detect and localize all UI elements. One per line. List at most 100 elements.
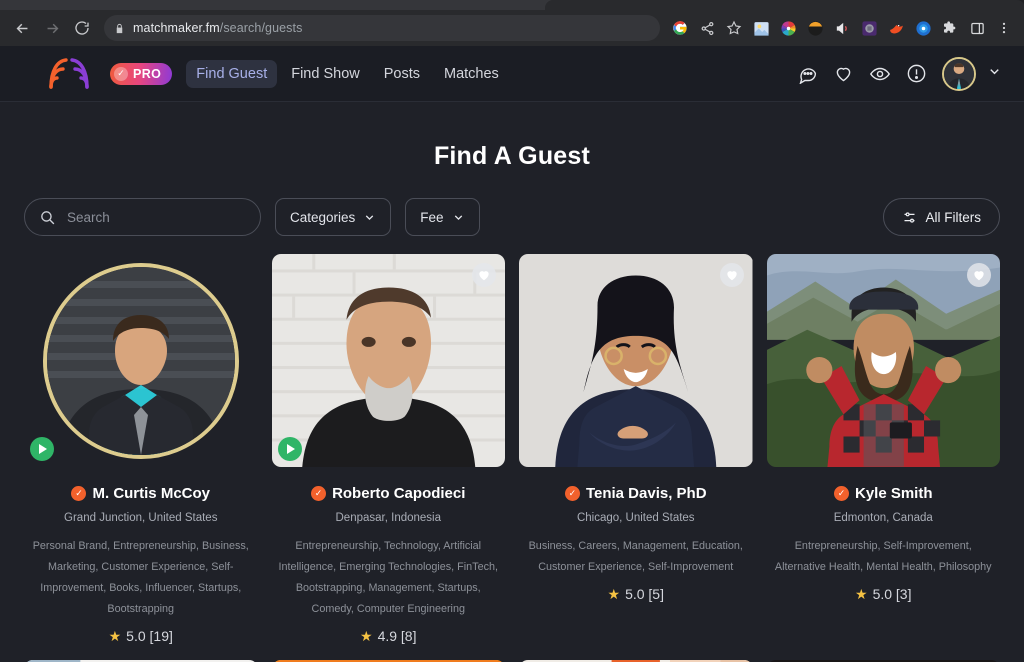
chevron-down-icon[interactable]: [987, 64, 1002, 84]
site-header: ✓ PRO Find Guest Find Show Posts Matches: [0, 46, 1024, 102]
guest-rating: ★ 5.0 [3]: [767, 586, 1001, 602]
extension-circle-icon[interactable]: [911, 16, 935, 40]
avatar-photo: [42, 262, 239, 459]
sliders-icon: [904, 211, 915, 223]
toolbar-icons: [668, 16, 1016, 40]
categories-dropdown[interactable]: Categories: [275, 198, 392, 236]
guest-tags: Entrepreneurship, Self-Improvement, Alte…: [774, 540, 992, 574]
guest-name: Kyle Smith: [854, 485, 933, 502]
guest-photo[interactable]: [519, 254, 753, 467]
eye-icon[interactable]: [869, 63, 891, 85]
guest-photo[interactable]: [271, 254, 505, 467]
photo-image: [766, 254, 1000, 467]
play-button[interactable]: [277, 437, 302, 461]
chevron-down-icon: [454, 214, 462, 220]
guest-card[interactable]: ✓ Kyle Smith Edmonton, Canada Entreprene…: [766, 254, 1001, 644]
guest-photo[interactable]: [766, 254, 1000, 467]
browser-toolbar: matchmaker.fm/search/guests: [0, 10, 1024, 46]
search-icon: [41, 210, 55, 224]
guest-name-row: ✓ M. Curtis McCoy: [24, 485, 258, 502]
browser-tab-active[interactable]: [545, 0, 1024, 10]
verified-badge-icon: ✓: [564, 486, 580, 501]
nav-item-matches[interactable]: Matches: [434, 60, 509, 88]
extensions-puzzle-icon[interactable]: [938, 16, 962, 40]
guest-rating: ★ 5.0 [5]: [519, 586, 753, 602]
nav-item-posts[interactable]: Posts: [374, 60, 430, 88]
photo-image: [271, 254, 505, 467]
guest-tags: Entrepreneurship, Technology, Artificial…: [278, 540, 498, 616]
back-arrow-icon[interactable]: [8, 14, 36, 42]
verified-badge-icon: ✓: [311, 486, 327, 501]
extension-grid-icon[interactable]: [857, 16, 881, 40]
rating-value: 5.0 [5]: [625, 586, 664, 603]
guest-name-row: ✓ Kyle Smith: [767, 485, 1001, 502]
pro-badge[interactable]: ✓ PRO: [110, 62, 173, 85]
rating-value: 5.0 [19]: [126, 628, 173, 645]
guest-name-row: ✓ Roberto Capodieci: [272, 485, 506, 502]
share-icon[interactable]: [695, 16, 719, 40]
bookmark-star-icon[interactable]: [722, 16, 746, 40]
all-filters-button[interactable]: All Filters: [883, 198, 1000, 236]
main-content: Find A Guest Categories Fee All Filters: [0, 102, 1024, 662]
all-filters-label: All Filters: [925, 209, 981, 225]
heart-icon[interactable]: [833, 63, 854, 84]
check-circle-icon: ✓: [114, 66, 128, 81]
guest-name-row: ✓ Tenia Davis, PhD: [519, 485, 753, 502]
matchmaker-wave-logo[interactable]: [46, 56, 92, 92]
star-icon: ★: [607, 586, 621, 603]
alert-circle-icon[interactable]: [906, 63, 927, 84]
side-panel-icon[interactable]: [965, 16, 989, 40]
play-button[interactable]: [30, 437, 54, 461]
browser-tab-strip[interactable]: [0, 0, 1024, 10]
nav-item-find-show[interactable]: Find Show: [281, 60, 370, 88]
fee-label: Fee: [420, 209, 444, 225]
guest-name: Roberto Capodieci: [332, 485, 466, 502]
lock-icon: [114, 23, 125, 34]
main-nav: Find Guest Find Show Posts Matches: [186, 59, 509, 88]
photo-image: [519, 254, 753, 467]
categories-label: Categories: [290, 209, 356, 225]
pro-badge-label: PRO: [133, 66, 162, 81]
guest-location: Edmonton, Canada: [833, 512, 933, 524]
guest-card[interactable]: ✓ Tenia Davis, PhD Chicago, United State…: [519, 254, 753, 644]
url-text: matchmaker.fm/search/guests: [133, 21, 303, 35]
extension-moon-icon[interactable]: [803, 16, 827, 40]
forward-arrow-icon[interactable]: [38, 14, 66, 42]
star-icon: ★: [855, 586, 868, 603]
guest-card[interactable]: ✓ M. Curtis McCoy Grand Junction, United…: [24, 254, 258, 644]
fee-dropdown[interactable]: Fee: [405, 198, 480, 236]
page-title: Find A Guest: [433, 142, 591, 170]
guest-card[interactable]: ✓ Roberto Capodieci Denpasar, Indonesia …: [271, 254, 506, 644]
extension-speaker-icon[interactable]: [830, 16, 854, 40]
avatar[interactable]: [942, 56, 976, 91]
page-body: ✓ PRO Find Guest Find Show Posts Matches: [0, 46, 1024, 662]
rating-value: 4.9 [8]: [377, 628, 417, 645]
filter-bar: Categories Fee All Filters: [24, 198, 1000, 236]
extension-image-icon[interactable]: [749, 16, 773, 40]
nav-item-find-guest[interactable]: Find Guest: [186, 59, 278, 88]
address-bar[interactable]: matchmaker.fm/search/guests: [104, 15, 660, 41]
guest-tags: Personal Brand, Entrepreneurship, Busine…: [32, 540, 249, 616]
guest-rating: ★ 4.9 [8]: [272, 628, 506, 644]
star-icon: ★: [360, 628, 373, 645]
reload-icon[interactable]: [68, 14, 96, 42]
guest-tags: Business, Careers, Management, Education…: [528, 540, 743, 574]
favorite-heart-icon[interactable]: [967, 263, 991, 287]
chrome-menu-icon[interactable]: [992, 16, 1016, 40]
search-field[interactable]: [24, 198, 261, 236]
guest-photo-circle[interactable]: [24, 254, 258, 467]
extension-bird-icon[interactable]: [884, 16, 908, 40]
favorite-heart-icon[interactable]: [719, 263, 744, 287]
star-icon: ★: [108, 628, 122, 645]
rating-value: 5.0 [3]: [872, 586, 912, 603]
guest-location: Grand Junction, United States: [64, 512, 218, 524]
guest-name: M. Curtis McCoy: [92, 485, 210, 502]
search-input[interactable]: [67, 209, 246, 225]
verified-badge-icon: ✓: [71, 486, 87, 501]
chat-bubble-icon[interactable]: [797, 63, 818, 84]
favorite-heart-icon[interactable]: [472, 263, 496, 287]
extension-color-wheel-icon[interactable]: [776, 16, 800, 40]
guest-rating: ★ 5.0 [19]: [24, 628, 258, 644]
google-account-icon[interactable]: [668, 16, 692, 40]
verified-badge-icon: ✓: [833, 486, 849, 501]
